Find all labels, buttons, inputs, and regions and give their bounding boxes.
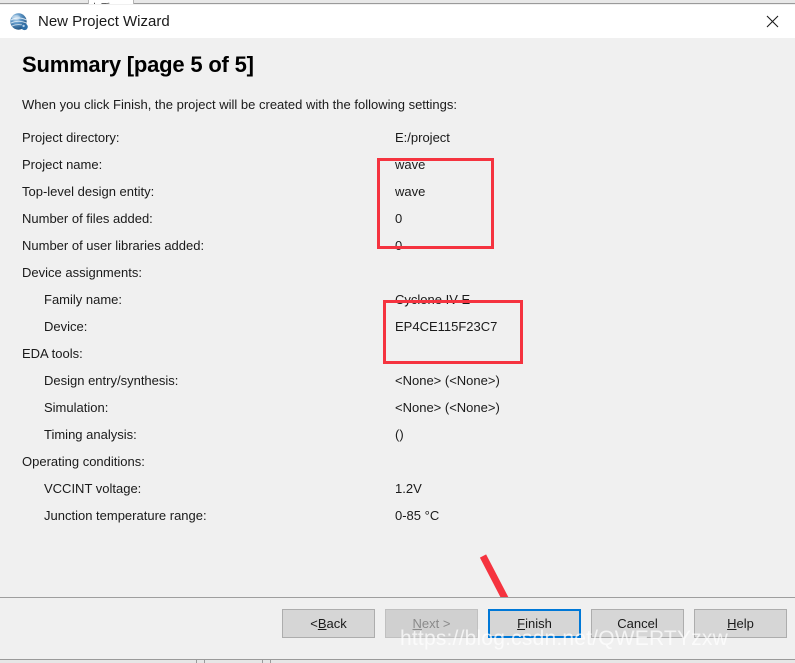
summary-row-label: Device: [44,319,88,334]
summary-row-value: wave [395,184,426,199]
summary-row: Operating conditions: [0,448,795,475]
summary-row: Number of user libraries added: 0 [0,232,795,259]
summary-row-label: Number of user libraries added: [22,238,205,253]
summary-row: Junction temperature range: 0-85 °C [0,502,795,529]
help-button[interactable]: Help [694,609,787,638]
summary-row-label: Project name: [22,157,103,172]
summary-row: Device assignments: [0,259,795,286]
summary-row-label: EDA tools: [22,346,83,361]
summary-row-value: () [395,427,404,442]
summary-settings-list: Project directory: E:/project Project name… [0,124,795,529]
next-button: Next > [385,609,478,638]
summary-row-label: Family name: [44,292,123,307]
summary-row-label: Number of files added: [22,211,153,226]
wizard-content-area: Summary [page 5 of 5] When you click Fin… [0,38,795,650]
close-icon[interactable] [749,5,795,38]
summary-row: Number of files added: 0 [0,205,795,232]
summary-row-value: wave [395,157,426,172]
summary-row-label: VCCINT voltage: [44,481,142,496]
summary-row: Device: EP4CE115F23C7 [0,313,795,340]
summary-row-label: Junction temperature range: [44,508,207,523]
summary-row-label: Design entry/synthesis: [44,373,179,388]
summary-row: Family name: Cyclone IV E [0,286,795,313]
window-title-text: New Project Wizard [38,13,170,30]
summary-row-value: Cyclone IV E [395,292,471,307]
summary-row-value: EP4CE115F23C7 [395,319,498,334]
summary-row-value: E:/project [395,130,450,145]
window-title-bar: New Project Wizard [0,5,795,38]
bottom-edge-notch [204,659,205,663]
summary-row: Simulation: <None> (<None>) [0,394,795,421]
summary-row: Top-level design entity: wave [0,178,795,205]
summary-row: Project directory: E:/project [0,124,795,151]
summary-row-value: <None> (<None>) [395,373,500,388]
bottom-edge-notch [262,659,263,663]
back-button[interactable]: < Back [282,609,375,638]
summary-row: Design entry/synthesis: <None> (<None>) [0,367,795,394]
summary-row: VCCINT voltage: 1.2V [0,475,795,502]
intro-description: When you click Finish, the project will … [22,97,457,112]
summary-row-value: 0-85 °C [395,508,440,523]
summary-row: EDA tools: [0,340,795,367]
summary-row-value: 0 [395,211,403,226]
finish-button[interactable]: Finish [488,609,581,638]
summary-row: Project name: wave [0,151,795,178]
bottom-edge-notch [270,659,271,663]
cancel-button[interactable]: Cancel [591,609,684,638]
bottom-edge-notch [196,659,197,663]
summary-row: Timing analysis: () [0,421,795,448]
wizard-button-row: < Back Next > Finish Cancel Help [282,609,787,638]
wizard-footer: < Back Next > Finish Cancel Help [0,597,795,663]
quartus-globe-icon [9,12,29,32]
summary-row-value: 1.2V [395,481,422,496]
summary-row-value: <None> (<None>) [395,400,500,415]
summary-row-label: Operating conditions: [22,454,145,469]
background-window-tab: 查看 [88,0,134,4]
summary-row-label: Device assignments: [22,265,142,280]
summary-row-value: 0 [395,238,403,253]
summary-row-label: Project directory: [22,130,120,145]
page-title: Summary [page 5 of 5] [22,52,254,77]
window-bottom-edge [0,659,795,663]
summary-row-label: Top-level design entity: [22,184,155,199]
summary-row-label: Timing analysis: [44,427,137,442]
summary-row-label: Simulation: [44,400,109,415]
